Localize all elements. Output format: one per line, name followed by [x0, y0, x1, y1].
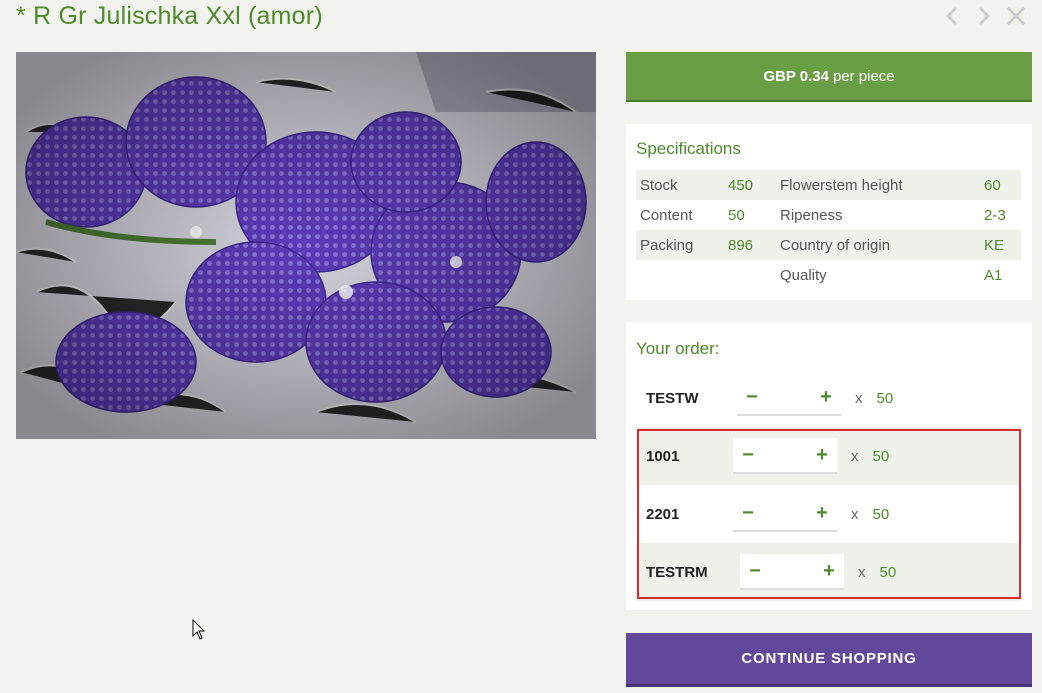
- increment-button[interactable]: +: [813, 503, 831, 523]
- quantity-stepper: − +: [740, 554, 844, 590]
- spec-value: 896: [724, 230, 776, 260]
- specifications-table: Stock 450 Flowerstem height 60 Content 5…: [636, 170, 1021, 290]
- order-row: 1001 − + x 50: [636, 427, 1021, 485]
- spec-value: 60: [980, 170, 1021, 200]
- order-code: 1001: [646, 447, 680, 465]
- spec-row: Packing 896 Country of origin KE: [636, 230, 1021, 260]
- spec-label: Stock: [636, 170, 724, 200]
- price-button[interactable]: GBP 0.34 per piece: [626, 52, 1032, 102]
- quantity-stepper: − +: [733, 438, 837, 474]
- decrement-button[interactable]: −: [746, 561, 764, 581]
- specifications-title: Specifications: [636, 139, 741, 158]
- unit-size: 50: [872, 505, 890, 523]
- continue-shopping-button[interactable]: CONTINUE SHOPPING: [626, 633, 1032, 687]
- spec-label: Ripeness: [780, 206, 843, 224]
- unit-size: 50: [872, 447, 890, 465]
- spec-label: Content: [640, 206, 693, 224]
- product-title: * R Gr Julischka Xxl (amor): [16, 2, 323, 30]
- spec-value: 450: [724, 170, 776, 200]
- order-row: TESTW − + x 50: [636, 369, 1021, 427]
- quantity-input[interactable]: [765, 562, 819, 580]
- spec-row: Content 50 Ripeness 2-3: [636, 200, 1021, 230]
- spec-label: Country of origin: [776, 230, 980, 260]
- quantity-input[interactable]: [762, 388, 816, 406]
- chevron-left-icon[interactable]: [940, 4, 964, 28]
- decrement-button[interactable]: −: [739, 503, 757, 523]
- spec-value: 50: [728, 206, 745, 224]
- decrement-button[interactable]: −: [743, 387, 761, 407]
- multiply-sign: x: [858, 563, 866, 581]
- increment-button[interactable]: +: [817, 387, 835, 407]
- spec-label: Packing: [636, 230, 724, 260]
- spec-row: Quality A1: [636, 260, 1021, 290]
- spec-row: Stock 450 Flowerstem height 60: [636, 170, 1021, 200]
- order-row: TESTRM − + x 50: [636, 543, 1021, 601]
- spec-value: KE: [980, 230, 1021, 260]
- chevron-right-icon[interactable]: [972, 4, 996, 28]
- multiply-sign: x: [855, 389, 863, 407]
- increment-button[interactable]: +: [820, 561, 838, 581]
- modal-navigation: [940, 4, 1028, 28]
- quantity-stepper: − +: [737, 380, 841, 416]
- multiply-sign: x: [851, 505, 859, 523]
- order-code: 2201: [646, 505, 680, 523]
- mouse-cursor-icon: [192, 619, 206, 640]
- quantity-stepper: − +: [733, 496, 837, 532]
- spec-value: A1: [984, 266, 1003, 284]
- product-photo: [16, 52, 596, 439]
- quantity-input[interactable]: [758, 446, 812, 464]
- close-icon[interactable]: [1004, 4, 1028, 28]
- order-code: TESTW: [646, 389, 699, 407]
- specifications-panel: Specifications Stock 450 Flowerstem heig…: [626, 124, 1032, 300]
- quantity-input[interactable]: [758, 504, 812, 522]
- spec-label: Flowerstem height: [776, 170, 980, 200]
- spec-value: [724, 260, 776, 290]
- order-panel: Your order: TESTW − + x 50 1001 − + x 50…: [626, 322, 1032, 610]
- price-amount: GBP 0.34: [763, 67, 829, 85]
- unit-size: 50: [876, 389, 894, 407]
- increment-button[interactable]: +: [813, 445, 831, 465]
- order-code: TESTRM: [646, 563, 708, 581]
- unit-size: 50: [879, 563, 897, 581]
- order-title: Your order:: [636, 339, 720, 358]
- order-row: 2201 − + x 50: [636, 485, 1021, 543]
- spec-label: Quality: [780, 266, 827, 284]
- multiply-sign: x: [851, 447, 859, 465]
- spec-value: 2-3: [984, 206, 1006, 224]
- price-unit: per piece: [832, 67, 895, 85]
- spec-label: [636, 260, 724, 290]
- decrement-button[interactable]: −: [739, 445, 757, 465]
